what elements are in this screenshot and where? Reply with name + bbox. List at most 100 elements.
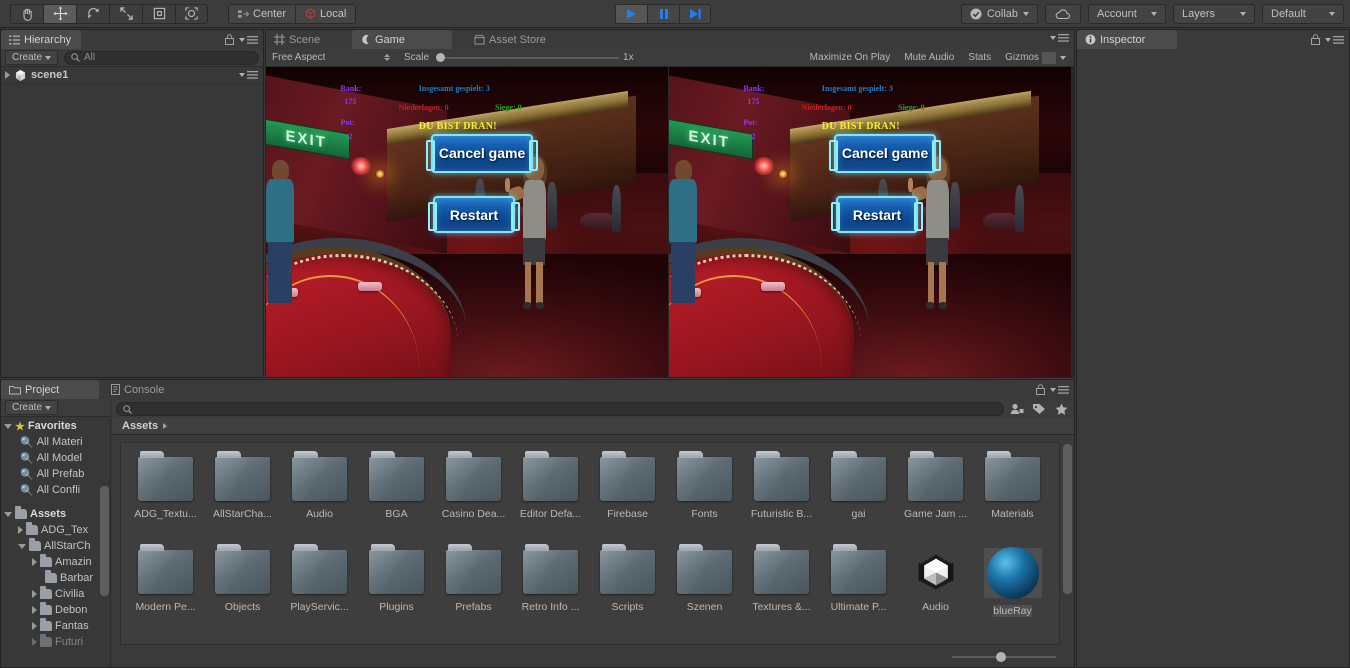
project-search-input[interactable] xyxy=(116,402,1004,416)
inspector-menu-button[interactable] xyxy=(1325,35,1344,44)
game-render-canvas[interactable]: EXIT Bank: 175 Pot: 2 Insgesamt gespielt… xyxy=(266,67,1074,377)
move-tool-button[interactable] xyxy=(43,3,76,24)
project-tree[interactable]: ★ Favorites 🔍 All Materi 🔍 All Model 🔍 A… xyxy=(1,418,111,667)
project-create-button[interactable]: Create xyxy=(5,400,59,415)
filter-by-type-button[interactable] xyxy=(1008,402,1026,417)
asset-item-playservices[interactable]: PlayServic... xyxy=(281,544,358,639)
account-button[interactable]: Account xyxy=(1088,4,1166,24)
chevron-right-icon[interactable] xyxy=(32,606,37,614)
lock-icon[interactable] xyxy=(1036,384,1045,395)
transform-tool-button[interactable] xyxy=(175,3,208,24)
tree-item-adg-textures[interactable]: ADG_Tex xyxy=(1,522,110,538)
chevron-right-icon[interactable] xyxy=(32,622,37,630)
asset-item-materials[interactable]: Materials xyxy=(974,451,1051,546)
asset-item-modern-people[interactable]: Modern Pe... xyxy=(127,544,204,639)
chevron-right-icon[interactable] xyxy=(5,71,10,79)
rotate-tool-button[interactable] xyxy=(76,3,109,24)
asset-item-gai[interactable]: gai xyxy=(820,451,897,546)
hand-tool-button[interactable] xyxy=(10,3,43,24)
asset-item-blueray[interactable]: blueRay xyxy=(974,546,1051,639)
layout-button[interactable]: Default xyxy=(1262,4,1344,24)
scrollbar-thumb[interactable] xyxy=(100,486,109,596)
filter-by-label-button[interactable] xyxy=(1030,402,1048,417)
hierarchy-create-button[interactable]: Create xyxy=(5,50,59,65)
pause-button[interactable] xyxy=(647,4,679,24)
project-menu-button[interactable] xyxy=(1050,385,1069,394)
handle-space-button[interactable]: Local xyxy=(295,3,357,24)
breadcrumb[interactable]: Assets xyxy=(112,418,1074,435)
asset-item-fonts[interactable]: Fonts xyxy=(666,451,743,546)
game-pane-right-eye[interactable]: EXIT Bank: 175 Pot: 2 Insgesamt gespielt… xyxy=(669,67,1071,377)
hierarchy-scene-menu[interactable] xyxy=(239,71,258,79)
maximize-on-play-toggle[interactable]: Maximize On Play xyxy=(803,49,898,67)
chevron-right-icon[interactable] xyxy=(32,558,37,566)
hierarchy-search-input[interactable]: All xyxy=(64,50,259,65)
asset-grid[interactable]: ADG_Textu... AllStarCha... Audio BGA Cas… xyxy=(120,442,1060,645)
tree-item-amazing[interactable]: Amazin xyxy=(1,554,110,570)
asset-item-casino-dealer[interactable]: Casino Dea... xyxy=(435,451,512,546)
hierarchy-scene-row[interactable]: scene1 xyxy=(1,67,263,84)
asset-item-retro-info[interactable]: Retro Info ... xyxy=(512,544,589,639)
tab-hierarchy[interactable]: Hierarchy xyxy=(1,30,82,49)
breadcrumb-assets[interactable]: Assets xyxy=(122,420,158,432)
mute-audio-toggle[interactable]: Mute Audio xyxy=(897,49,961,67)
tree-item-futuristic[interactable]: Futuri xyxy=(1,634,110,650)
chevron-down-icon[interactable] xyxy=(4,423,12,429)
scale-tool-button[interactable] xyxy=(109,3,142,24)
favorite-item-all-conflicts[interactable]: 🔍 All Confli xyxy=(1,482,110,498)
asset-item-prefabs[interactable]: Prefabs xyxy=(435,544,512,639)
play-button[interactable] xyxy=(615,4,647,24)
asset-item-allstarcharacters[interactable]: AllStarCha... xyxy=(204,451,281,546)
tree-item-assets[interactable]: Assets xyxy=(1,506,110,522)
tree-item-fantasy[interactable]: Fantas xyxy=(1,618,110,634)
hierarchy-menu-button[interactable] xyxy=(239,35,258,44)
gizmos-dropdown[interactable] xyxy=(1056,49,1070,67)
tab-game[interactable]: Game xyxy=(352,30,452,49)
asset-item-szenen[interactable]: Szenen xyxy=(666,544,743,639)
tab-console[interactable]: Console xyxy=(103,380,175,399)
asset-item-ultimate-p[interactable]: Ultimate P... xyxy=(820,544,897,639)
asset-zoom-slider[interactable] xyxy=(952,651,1056,663)
step-button[interactable] xyxy=(679,4,711,24)
project-tree-scrollbar[interactable] xyxy=(100,458,109,663)
tree-item-civilian[interactable]: Civilia xyxy=(1,586,110,602)
lock-icon[interactable] xyxy=(225,34,234,45)
asset-item-editor-default[interactable]: Editor Defa... xyxy=(512,451,589,546)
tree-item-barbarian[interactable]: Barbar xyxy=(1,570,110,586)
zoom-knob[interactable] xyxy=(996,652,1006,662)
gameview-menu-button[interactable] xyxy=(1050,34,1069,42)
asset-item-audio-asset[interactable]: Audio xyxy=(897,546,974,639)
chevron-right-icon[interactable] xyxy=(18,526,23,534)
favorite-item-all-materials[interactable]: 🔍 All Materi xyxy=(1,434,110,450)
asset-item-scripts[interactable]: Scripts xyxy=(589,544,666,639)
asset-item-textures[interactable]: Textures &... xyxy=(743,544,820,639)
asset-item-audio-folder[interactable]: Audio xyxy=(281,451,358,546)
scale-slider[interactable] xyxy=(434,52,620,64)
favorites-filter-button[interactable] xyxy=(1052,402,1070,417)
asset-item-bga[interactable]: BGA xyxy=(358,451,435,546)
aspect-ratio-dropdown[interactable]: Free Aspect xyxy=(266,52,396,63)
scale-knob[interactable] xyxy=(436,53,446,62)
cloud-button[interactable] xyxy=(1045,4,1081,24)
tab-project[interactable]: Project xyxy=(1,380,99,399)
tree-item-debonair[interactable]: Debon xyxy=(1,602,110,618)
asset-item-firebase[interactable]: Firebase xyxy=(589,451,666,546)
tree-item-allstarcharacters[interactable]: AllStarCh xyxy=(1,538,110,554)
tab-inspector[interactable]: Inspector xyxy=(1077,30,1177,49)
asset-item-adg-textures[interactable]: ADG_Textu... xyxy=(127,451,204,546)
asset-item-plugins[interactable]: Plugins xyxy=(358,544,435,639)
cancel-game-button[interactable]: Cancel game xyxy=(828,133,941,173)
restart-button[interactable]: Restart xyxy=(427,196,521,234)
favorites-section[interactable]: ★ Favorites xyxy=(1,418,110,434)
asset-item-objects[interactable]: Objects xyxy=(204,544,281,639)
tab-scene[interactable]: Scene xyxy=(266,30,331,49)
cancel-game-button[interactable]: Cancel game xyxy=(425,133,538,173)
asset-item-game-jam[interactable]: Game Jam ... xyxy=(897,451,974,546)
favorite-item-all-prefabs[interactable]: 🔍 All Prefab xyxy=(1,466,110,482)
collab-button[interactable]: Collab xyxy=(960,4,1038,24)
chevron-down-icon[interactable] xyxy=(18,543,26,549)
stats-toggle[interactable]: Stats xyxy=(961,49,998,67)
game-pane-left-eye[interactable]: EXIT Bank: 175 Pot: 2 Insgesamt gespielt… xyxy=(266,67,668,377)
layers-button[interactable]: Layers xyxy=(1173,4,1255,24)
asset-grid-scrollbar[interactable] xyxy=(1063,444,1072,643)
